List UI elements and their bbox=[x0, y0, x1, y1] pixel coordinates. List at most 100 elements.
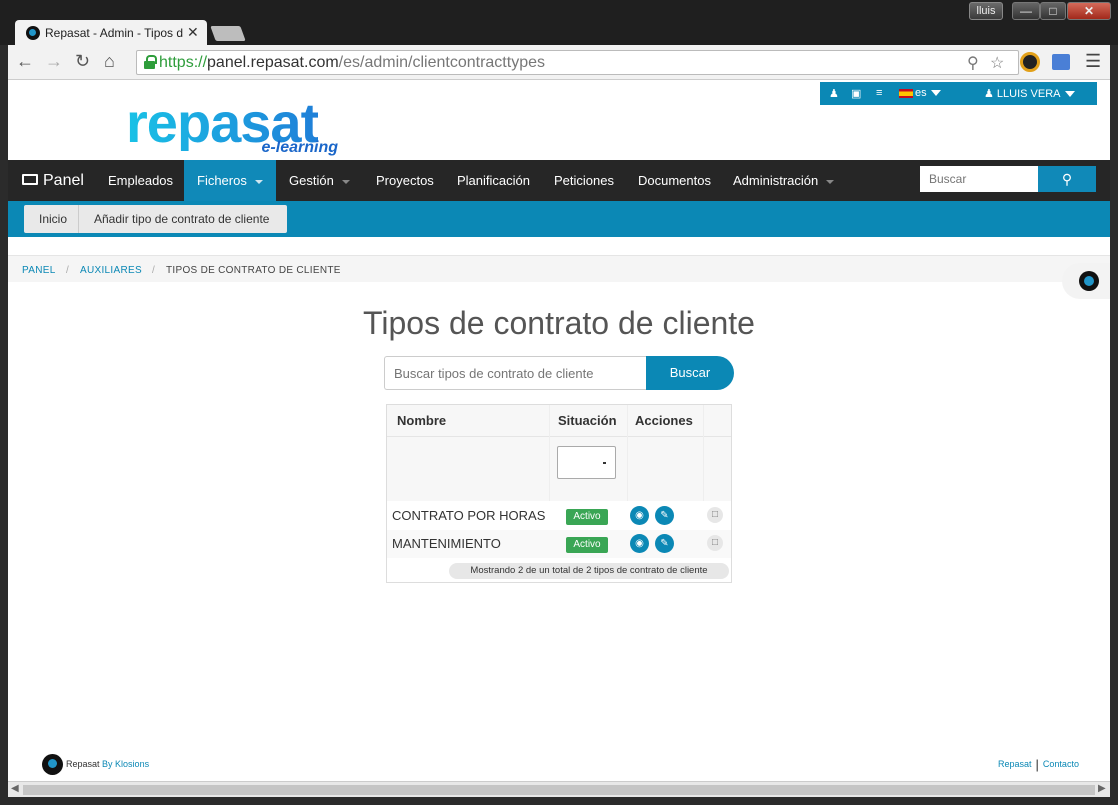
scrollbar-thumb[interactable] bbox=[23, 785, 1095, 795]
footer-repasat-icon bbox=[42, 754, 63, 775]
new-tab-button[interactable] bbox=[210, 26, 246, 41]
add-contract-type-button[interactable]: Añadir tipo de contrato de cliente bbox=[94, 205, 269, 233]
footer-link-contacto[interactable]: Contacto bbox=[1043, 759, 1079, 769]
edit-pencil-icon[interactable]: ✎ bbox=[655, 506, 674, 525]
forward-icon[interactable]: → bbox=[45, 51, 63, 72]
user-topbar: ♟ ▣ ≡ es ♟ LLUIS VERA bbox=[820, 82, 1097, 105]
scroll-left-icon[interactable]: ◀ bbox=[11, 783, 19, 794]
page-viewport: ♟ ▣ ≡ es ♟ LLUIS VERA repasat e-learning… bbox=[8, 80, 1110, 781]
nav-empleados[interactable]: Empleados bbox=[108, 160, 173, 201]
browser-tab[interactable]: Repasat - Admin - Tipos de ✕ bbox=[15, 20, 207, 46]
profile-icon[interactable]: ♟ bbox=[829, 87, 839, 100]
contract-type-search-input[interactable] bbox=[384, 356, 646, 390]
nav-gestion[interactable]: Gestión bbox=[289, 160, 350, 201]
repasat-help-icon bbox=[1079, 271, 1099, 291]
filter-row bbox=[387, 437, 731, 501]
edit-pencil-icon[interactable]: ✎ bbox=[655, 534, 674, 553]
browser-menu-icon[interactable]: ☰ bbox=[1085, 51, 1101, 72]
column-divider bbox=[549, 405, 550, 501]
list-icon[interactable]: ≡ bbox=[876, 87, 882, 99]
extension-2-icon[interactable] bbox=[1052, 54, 1070, 70]
footer-links: Repasat | Contacto bbox=[998, 757, 1079, 772]
user-menu[interactable]: ♟ LLUIS VERA bbox=[984, 87, 1075, 100]
subnav-inicio-button[interactable]: Inicio bbox=[39, 205, 67, 233]
footer-klosions-link[interactable]: By Klosions bbox=[102, 759, 149, 769]
url-text: https://panel.repasat.com/es/admin/clien… bbox=[159, 54, 545, 71]
language-selector[interactable]: es bbox=[899, 87, 941, 99]
breadcrumb-current: TIPOS DE CONTRATO DE CLIENTE bbox=[166, 265, 341, 276]
nav-panel[interactable]: Panel bbox=[22, 160, 84, 201]
breadcrumb-panel[interactable]: PANEL bbox=[22, 265, 56, 276]
column-header-extra bbox=[703, 405, 731, 437]
bookmark-star-icon[interactable]: ☆ bbox=[990, 53, 1004, 73]
nav-search-button[interactable]: ⚲ bbox=[1038, 166, 1096, 192]
nav-proyectos[interactable]: Proyectos bbox=[376, 160, 434, 201]
breadcrumb-separator: / bbox=[66, 265, 69, 276]
sub-navbar: Inicio Añadir tipo de contrato de client… bbox=[8, 201, 1110, 237]
browser-toolbar: ← → ↻ ⌂ https://panel.repasat.com/es/adm… bbox=[8, 45, 1110, 80]
caret-down-icon bbox=[341, 179, 350, 184]
repasat-favicon-icon bbox=[26, 26, 40, 40]
address-bar[interactable]: https://panel.repasat.com/es/admin/clien… bbox=[136, 50, 1019, 75]
caret-down-icon bbox=[1064, 91, 1075, 98]
breadcrumb-separator: / bbox=[152, 265, 155, 276]
scroll-right-icon[interactable]: ▶ bbox=[1098, 783, 1106, 794]
breadcrumb: PANEL / AUXILIARES / TIPOS DE CONTRATO D… bbox=[8, 255, 1110, 282]
view-eye-icon[interactable]: ◉ bbox=[630, 534, 649, 553]
horizontal-scrollbar[interactable]: ◀ ▶ bbox=[8, 781, 1110, 797]
table-summary: Mostrando 2 de un total de 2 tipos de co… bbox=[449, 563, 729, 579]
contract-types-table: Nombre Situación Acciones CONTRATO POR H… bbox=[386, 404, 732, 583]
lock-icon bbox=[144, 55, 157, 69]
maximize-button[interactable]: □ bbox=[1040, 2, 1066, 20]
contract-type-search-button[interactable]: Buscar bbox=[646, 356, 734, 390]
nav-search-input[interactable] bbox=[920, 166, 1038, 192]
footer-divider: | bbox=[1035, 757, 1039, 772]
close-window-button[interactable]: ✕ bbox=[1067, 2, 1111, 20]
delete-trash-icon[interactable]: □ bbox=[707, 507, 723, 523]
nav-administracion[interactable]: Administración bbox=[733, 160, 835, 201]
extension-icon[interactable] bbox=[1020, 52, 1040, 72]
user-icon: ♟ bbox=[984, 88, 997, 100]
caret-down-icon bbox=[826, 179, 835, 184]
footer-link-repasat[interactable]: Repasat bbox=[998, 759, 1032, 769]
home-icon[interactable]: ⌂ bbox=[104, 51, 115, 72]
close-tab-icon[interactable]: ✕ bbox=[187, 24, 199, 41]
situacion-filter-select[interactable] bbox=[557, 446, 616, 479]
search-icon: ⚲ bbox=[1061, 171, 1073, 187]
help-widget[interactable] bbox=[1062, 263, 1110, 299]
table-row: CONTRATO POR HORAS Activo ◉ ✎ □ bbox=[387, 502, 731, 530]
subnav-button-group: Inicio Añadir tipo de contrato de client… bbox=[24, 205, 287, 233]
nav-planificacion[interactable]: Planificación bbox=[457, 160, 530, 201]
column-divider bbox=[703, 405, 704, 501]
back-icon[interactable]: ← bbox=[16, 51, 34, 72]
page-title: Tipos de contrato de cliente bbox=[363, 305, 755, 341]
caret-down-icon bbox=[254, 179, 263, 184]
monitor-icon bbox=[22, 174, 38, 186]
delete-trash-icon[interactable]: □ bbox=[707, 535, 723, 551]
main-navbar: Panel Empleados Ficheros Gestión Proyect… bbox=[8, 160, 1110, 201]
view-eye-icon[interactable]: ◉ bbox=[630, 506, 649, 525]
minimize-button[interactable]: — bbox=[1012, 2, 1040, 20]
subnav-divider bbox=[78, 205, 79, 233]
caret-down-icon bbox=[930, 90, 941, 97]
column-header-situacion[interactable]: Situación bbox=[549, 405, 627, 437]
column-divider bbox=[627, 405, 628, 501]
nav-documentos[interactable]: Documentos bbox=[638, 160, 711, 201]
repasat-logo[interactable]: repasat e-learning bbox=[126, 95, 338, 160]
briefcase-icon[interactable]: ▣ bbox=[851, 87, 861, 100]
tab-title: Repasat - Admin - Tipos de bbox=[45, 26, 183, 40]
status-badge: Activo bbox=[566, 537, 608, 553]
zoom-search-icon[interactable]: ⚲ bbox=[967, 53, 979, 73]
footer-brand: Repasat By Klosions bbox=[66, 759, 150, 769]
spain-flag-icon bbox=[899, 88, 913, 98]
window-user-button[interactable]: lluis bbox=[969, 2, 1003, 20]
nav-ficheros[interactable]: Ficheros bbox=[184, 160, 276, 201]
column-header-acciones: Acciones bbox=[627, 405, 703, 437]
nav-peticiones[interactable]: Peticiones bbox=[554, 160, 614, 201]
status-badge: Activo bbox=[566, 509, 608, 525]
breadcrumb-auxiliares[interactable]: AUXILIARES bbox=[80, 265, 142, 276]
reload-icon[interactable]: ↻ bbox=[75, 51, 90, 72]
column-header-nombre[interactable]: Nombre bbox=[387, 405, 549, 437]
table-row: MANTENIMIENTO Activo ◉ ✎ □ bbox=[387, 530, 731, 558]
row-name: MANTENIMIENTO bbox=[392, 536, 501, 551]
